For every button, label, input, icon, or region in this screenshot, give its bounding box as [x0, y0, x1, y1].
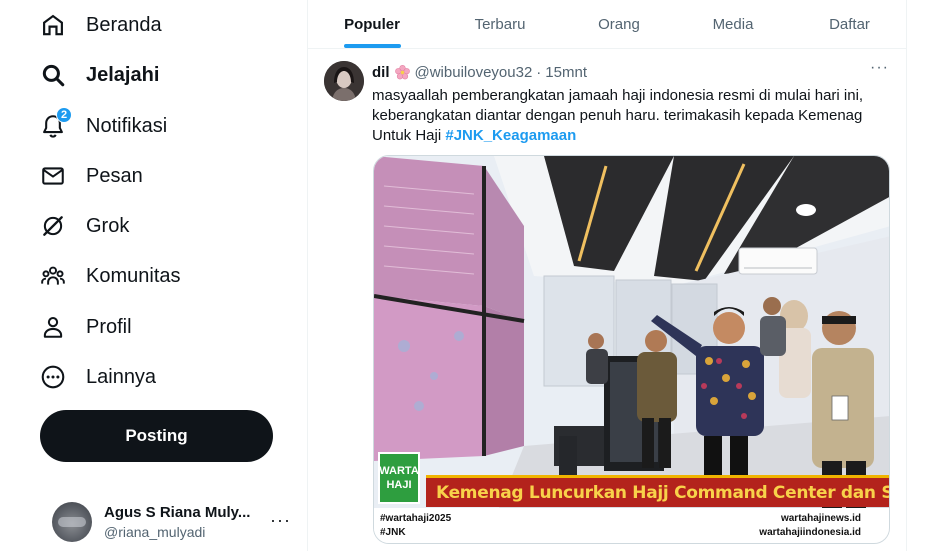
search-tabs: Populer Terbaru Orang Media Daftar — [308, 0, 907, 49]
account-name: Agus S Riana Muly... — [104, 504, 251, 521]
image-site: wartahajiindonesia.id — [759, 527, 861, 538]
tab-daftar[interactable]: Daftar — [792, 0, 907, 49]
sidebar-item-pesan[interactable]: Pesan — [40, 156, 143, 196]
image-tag: #JNK — [380, 527, 406, 538]
tweet[interactable]: dil @wibuiloveyou32 · 15mnt ··· masyaall… — [308, 49, 907, 551]
warta-haji-logo: WARTA HAJI — [378, 452, 420, 504]
sidebar-item-beranda[interactable]: Beranda — [40, 5, 162, 45]
tweet-display-name[interactable]: dil — [372, 64, 390, 81]
sidebar-item-label: Jelajahi — [86, 63, 160, 86]
more-icon[interactable]: ··· — [870, 59, 889, 77]
notification-badge: 2 — [56, 107, 72, 123]
sidebar-item-notifikasi[interactable]: 2 Notifikasi — [40, 106, 167, 146]
account-names: Agus S Riana Muly... @riana_mulyadi — [104, 504, 250, 540]
home-icon — [40, 12, 66, 38]
search-icon — [40, 62, 66, 88]
logo-line-2: HAJI — [386, 479, 412, 491]
image-tag: #wartahaji2025 — [380, 513, 452, 524]
sidebar-item-label: Pesan — [86, 164, 143, 187]
grok-icon — [40, 213, 66, 239]
post-button[interactable]: Posting — [40, 410, 273, 462]
tweet-image[interactable]: WARTA HAJI Kemenag Luncurkan Hajj Comman… — [373, 155, 890, 544]
logo-line-1: WARTA — [379, 465, 419, 477]
sidebar-item-label: Komunitas — [86, 264, 181, 287]
profile-icon — [40, 314, 66, 340]
more-circle-icon — [40, 364, 66, 390]
tweet-timestamp[interactable]: 15mnt — [545, 64, 587, 81]
hashtag-link[interactable]: #JNK_Keagamaan — [445, 127, 576, 144]
sidebar: Beranda Jelajahi 2 Notifikasi Pesan Grok… — [0, 0, 307, 551]
tab-orang[interactable]: Orang — [564, 0, 674, 49]
news-headline: Kemenag Luncurkan Hajj Command Center da… — [436, 482, 889, 503]
tab-active-indicator — [344, 44, 401, 48]
tab-terbaru[interactable]: Terbaru — [436, 0, 564, 49]
communities-icon — [40, 263, 66, 289]
sidebar-item-profil[interactable]: Profil — [40, 307, 132, 347]
sidebar-item-label: Profil — [86, 315, 132, 338]
tweet-header: dil @wibuiloveyou32 · 15mnt — [372, 62, 587, 82]
tab-populer[interactable]: Populer — [308, 0, 436, 49]
cherry-blossom-icon — [394, 64, 411, 81]
bell-icon: 2 — [40, 107, 72, 139]
sidebar-item-komunitas[interactable]: Komunitas — [40, 256, 181, 296]
image-websites: wartahajinews.id wartahajiindonesia.id — [759, 512, 861, 540]
main-column: Populer Terbaru Orang Media Daftar dil @… — [307, 0, 907, 551]
avatar — [52, 502, 92, 542]
sidebar-item-grok[interactable]: Grok — [40, 206, 129, 246]
avatar[interactable] — [324, 61, 364, 101]
tweet-text: masyaallah pemberangkatan jamaah haji in… — [372, 86, 892, 146]
mail-icon — [40, 163, 66, 189]
headline-bar: Kemenag Luncurkan Hajj Command Center da… — [426, 475, 889, 507]
sidebar-item-label: Lainnya — [86, 365, 157, 388]
more-icon[interactable]: ··· — [270, 510, 291, 531]
image-hashtags: #wartahaji2025 #JNK — [380, 512, 451, 540]
image-footer: #wartahaji2025 #JNK wartahajinews.id war… — [374, 508, 889, 543]
tab-media[interactable]: Media — [674, 0, 792, 49]
account-handle: @riana_mulyadi — [104, 524, 206, 540]
sidebar-item-label: Beranda — [86, 13, 162, 36]
separator-dot: · — [536, 63, 542, 81]
sidebar-item-label: Notifikasi — [86, 114, 168, 137]
tweet-handle[interactable]: @wibuiloveyou32 — [415, 64, 533, 81]
sidebar-item-lainnya[interactable]: Lainnya — [40, 357, 156, 397]
account-switcher[interactable]: Agus S Riana Muly... @riana_mulyadi ··· — [52, 500, 302, 544]
image-site: wartahajinews.id — [780, 513, 861, 524]
sidebar-item-jelajahi[interactable]: Jelajahi — [40, 55, 159, 95]
sidebar-item-label: Grok — [86, 214, 130, 237]
